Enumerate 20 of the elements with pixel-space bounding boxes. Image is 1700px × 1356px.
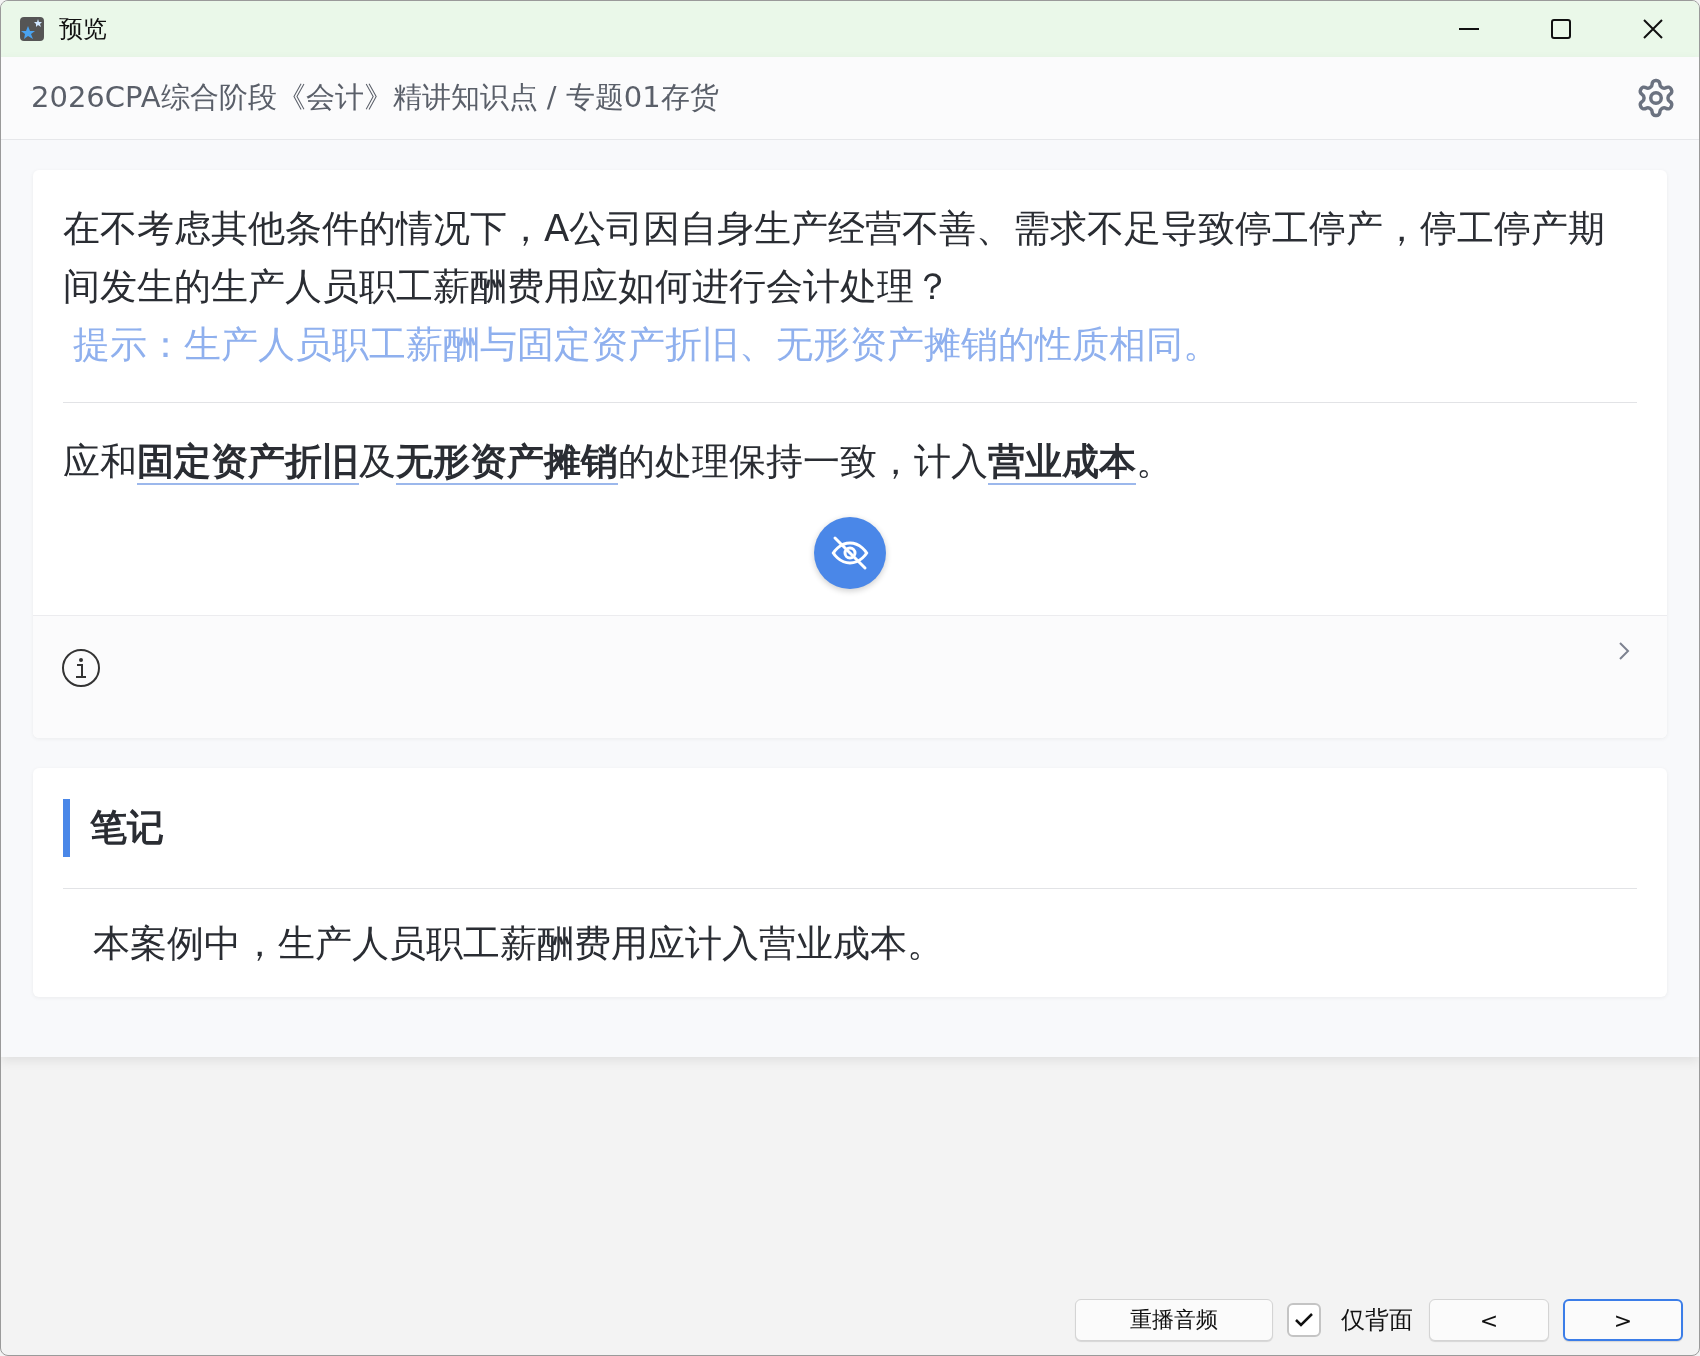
previous-button[interactable]: < (1429, 1299, 1549, 1341)
answer-text: 应和固定资产折旧及无形资产摊销的处理保持一致，计入营业成本。 (63, 439, 1174, 487)
breadcrumb: 2026CPA综合阶段《会计》精讲知识点 / 专题01存货 (31, 79, 719, 116)
app-icon (19, 16, 45, 42)
notes-text: 本案例中，生产人员职工薪酬费用应计入营业成本。 (92, 921, 945, 967)
next-button[interactable]: > (1563, 1299, 1683, 1341)
eye-off-icon[interactable] (814, 517, 886, 589)
replay-audio-button[interactable]: 重播音频 (1075, 1299, 1273, 1341)
minimize-icon (1458, 28, 1480, 30)
accent-bar (63, 799, 70, 857)
maximize-icon (1550, 18, 1572, 40)
back-only-label: 仅背面 (1341, 1305, 1413, 1336)
notes-title: 笔记 (90, 805, 164, 851)
question-text: 在不考虑其他条件的情况下，A公司因自身生产经营不善、需求不足导致停工停产，停工停产期间发生的生产人员职工薪酬费用应如何进行会计处理？ (63, 206, 1607, 310)
close-icon (1642, 18, 1664, 40)
hint-text: 提示：生产人员职工薪酬与固定资产折旧、无形资产摊销的性质相同。 (72, 322, 1221, 368)
back-only-checkbox[interactable] (1287, 1303, 1321, 1337)
chevron-right-icon[interactable] (1617, 640, 1631, 662)
info-icon[interactable] (61, 648, 101, 688)
window-title: 预览 (59, 14, 108, 45)
